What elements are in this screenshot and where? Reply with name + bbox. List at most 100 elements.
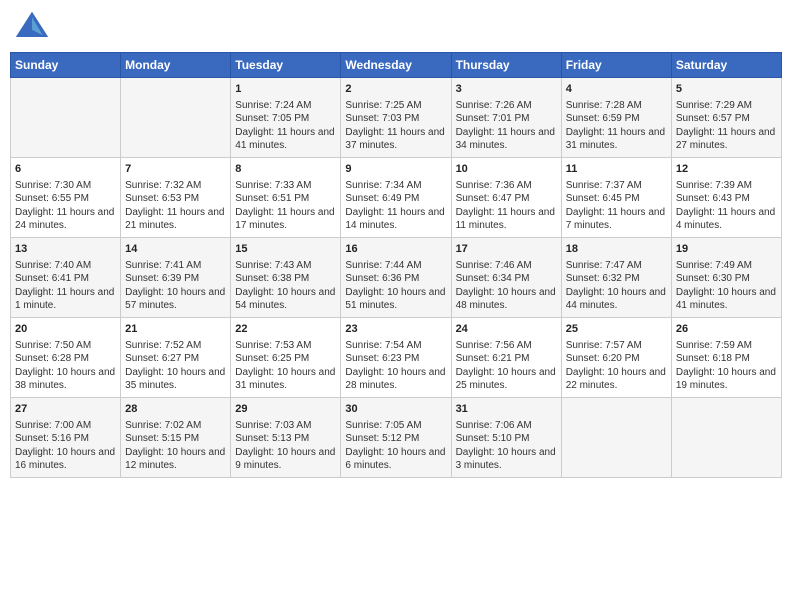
weekday-header-friday: Friday xyxy=(561,53,671,78)
day-content: Sunrise: 7:47 AM Sunset: 6:32 PM Dayligh… xyxy=(566,259,667,313)
day-number: 16 xyxy=(345,242,446,257)
day-content: Sunrise: 7:54 AM Sunset: 6:23 PM Dayligh… xyxy=(345,339,446,393)
calendar-cell: 19Sunrise: 7:49 AM Sunset: 6:30 PM Dayli… xyxy=(671,238,781,318)
weekday-header-monday: Monday xyxy=(121,53,231,78)
calendar-cell: 29 Sunrise: 7:03 AM Sunset: 5:13 PM Dayli… xyxy=(231,398,341,478)
day-number: 30 xyxy=(345,402,446,417)
calendar-cell: 17 Sunrise: 7:46 AM Sunset: 6:34 PM Dayli… xyxy=(451,238,561,318)
day-number: 12 xyxy=(676,162,777,177)
calendar-cell: 2 Sunrise: 7:25 AM Sunset: 7:03 PM Daylig… xyxy=(341,78,451,158)
weekday-header-saturday: Saturday xyxy=(671,53,781,78)
calendar-cell: 8Sunrise: 7:33 AM Sunset: 6:51 PM Daylig… xyxy=(231,158,341,238)
calendar-cell: 27 Sunrise: 7:00 AM Sunset: 5:16 PM Dayli… xyxy=(11,398,121,478)
calendar-cell: 6Sunrise: 7:30 AM Sunset: 6:55 PM Daylig… xyxy=(11,158,121,238)
calendar-cell xyxy=(121,78,231,158)
calendar-cell: 31 Sunrise: 7:06 AM Sunset: 5:10 PM Dayli… xyxy=(451,398,561,478)
day-number: 18 xyxy=(566,242,667,257)
day-content: Sunrise: 7:06 AM Sunset: 5:10 PM Dayligh… xyxy=(456,419,557,473)
day-number: 8 xyxy=(235,162,336,177)
weekday-header-sunday: Sunday xyxy=(11,53,121,78)
day-number: 20 xyxy=(15,322,116,337)
day-number: 4 xyxy=(566,82,667,97)
day-content: Sunrise: 7:34 AM Sunset: 6:49 PM Dayligh… xyxy=(345,179,446,233)
day-number: 7 xyxy=(125,162,226,177)
calendar-cell: 25 Sunrise: 7:57 AM Sunset: 6:20 PM Dayli… xyxy=(561,318,671,398)
logo-icon xyxy=(14,10,50,46)
day-content: Sunrise: 7:25 AM Sunset: 7:03 PM Dayligh… xyxy=(345,99,446,153)
day-number: 31 xyxy=(456,402,557,417)
day-number: 3 xyxy=(456,82,557,97)
calendar-cell: 4 Sunrise: 7:28 AM Sunset: 6:59 PM Daylig… xyxy=(561,78,671,158)
day-content: Sunrise: 7:46 AM Sunset: 6:34 PM Dayligh… xyxy=(456,259,557,313)
day-content: Sunrise: 7:41 AM Sunset: 6:39 PM Dayligh… xyxy=(125,259,226,313)
day-content: Sunrise: 7:39 AM Sunset: 6:43 PM Dayligh… xyxy=(676,179,777,233)
day-content: Sunrise: 7:32 AM Sunset: 6:53 PM Dayligh… xyxy=(125,179,226,233)
day-content: Sunrise: 7:44 AM Sunset: 6:36 PM Dayligh… xyxy=(345,259,446,313)
day-content: Sunrise: 7:29 AM Sunset: 6:57 PM Dayligh… xyxy=(676,99,777,153)
calendar-cell: 21 Sunrise: 7:52 AM Sunset: 6:27 PM Dayli… xyxy=(121,318,231,398)
day-content: Sunrise: 7:28 AM Sunset: 6:59 PM Dayligh… xyxy=(566,99,667,153)
calendar-cell: 9 Sunrise: 7:34 AM Sunset: 6:49 PM Daylig… xyxy=(341,158,451,238)
calendar-week-2: 6Sunrise: 7:30 AM Sunset: 6:55 PM Daylig… xyxy=(11,158,782,238)
day-content: Sunrise: 7:03 AM Sunset: 5:13 PM Dayligh… xyxy=(235,419,336,473)
day-content: Sunrise: 7:26 AM Sunset: 7:01 PM Dayligh… xyxy=(456,99,557,153)
day-number: 24 xyxy=(456,322,557,337)
calendar-cell: 30 Sunrise: 7:05 AM Sunset: 5:12 PM Dayli… xyxy=(341,398,451,478)
day-number: 5 xyxy=(676,82,777,97)
weekday-header-thursday: Thursday xyxy=(451,53,561,78)
weekday-header-wednesday: Wednesday xyxy=(341,53,451,78)
calendar-cell: 12 Sunrise: 7:39 AM Sunset: 6:43 PM Dayli… xyxy=(671,158,781,238)
page-header xyxy=(10,10,782,46)
calendar-cell: 18 Sunrise: 7:47 AM Sunset: 6:32 PM Dayli… xyxy=(561,238,671,318)
day-number: 25 xyxy=(566,322,667,337)
calendar-week-1: 1Sunrise: 7:24 AM Sunset: 7:05 PM Daylig… xyxy=(11,78,782,158)
day-number: 23 xyxy=(345,322,446,337)
day-content: Sunrise: 7:36 AM Sunset: 6:47 PM Dayligh… xyxy=(456,179,557,233)
calendar-cell: 14 Sunrise: 7:41 AM Sunset: 6:39 PM Dayli… xyxy=(121,238,231,318)
calendar-cell: 10 Sunrise: 7:36 AM Sunset: 6:47 PM Dayli… xyxy=(451,158,561,238)
calendar-table: SundayMondayTuesdayWednesdayThursdayFrid… xyxy=(10,52,782,478)
day-number: 29 xyxy=(235,402,336,417)
calendar-cell: 26 Sunrise: 7:59 AM Sunset: 6:18 PM Dayli… xyxy=(671,318,781,398)
calendar-cell: 7 Sunrise: 7:32 AM Sunset: 6:53 PM Daylig… xyxy=(121,158,231,238)
day-content: Sunrise: 7:24 AM Sunset: 7:05 PM Dayligh… xyxy=(235,99,336,153)
calendar-cell xyxy=(671,398,781,478)
day-content: Sunrise: 7:05 AM Sunset: 5:12 PM Dayligh… xyxy=(345,419,446,473)
calendar-cell: 3 Sunrise: 7:26 AM Sunset: 7:01 PM Daylig… xyxy=(451,78,561,158)
day-content: Sunrise: 7:59 AM Sunset: 6:18 PM Dayligh… xyxy=(676,339,777,393)
day-number: 14 xyxy=(125,242,226,257)
day-content: Sunrise: 7:50 AM Sunset: 6:28 PM Dayligh… xyxy=(15,339,116,393)
day-content: Sunrise: 7:52 AM Sunset: 6:27 PM Dayligh… xyxy=(125,339,226,393)
calendar-week-3: 13Sunrise: 7:40 AM Sunset: 6:41 PM Dayli… xyxy=(11,238,782,318)
day-content: Sunrise: 7:00 AM Sunset: 5:16 PM Dayligh… xyxy=(15,419,116,473)
day-number: 27 xyxy=(15,402,116,417)
calendar-cell: 11Sunrise: 7:37 AM Sunset: 6:45 PM Dayli… xyxy=(561,158,671,238)
day-number: 26 xyxy=(676,322,777,337)
day-number: 21 xyxy=(125,322,226,337)
day-content: Sunrise: 7:37 AM Sunset: 6:45 PM Dayligh… xyxy=(566,179,667,233)
calendar-cell: 24 Sunrise: 7:56 AM Sunset: 6:21 PM Dayli… xyxy=(451,318,561,398)
day-content: Sunrise: 7:56 AM Sunset: 6:21 PM Dayligh… xyxy=(456,339,557,393)
day-content: Sunrise: 7:43 AM Sunset: 6:38 PM Dayligh… xyxy=(235,259,336,313)
day-number: 10 xyxy=(456,162,557,177)
calendar-cell: 5 Sunrise: 7:29 AM Sunset: 6:57 PM Daylig… xyxy=(671,78,781,158)
logo xyxy=(14,10,54,46)
calendar-cell xyxy=(561,398,671,478)
calendar-cell: 22 Sunrise: 7:53 AM Sunset: 6:25 PM Dayli… xyxy=(231,318,341,398)
calendar-cell: 15 Sunrise: 7:43 AM Sunset: 6:38 PM Dayli… xyxy=(231,238,341,318)
day-number: 9 xyxy=(345,162,446,177)
calendar-body: 1Sunrise: 7:24 AM Sunset: 7:05 PM Daylig… xyxy=(11,78,782,478)
calendar-cell: 16 Sunrise: 7:44 AM Sunset: 6:36 PM Dayli… xyxy=(341,238,451,318)
day-content: Sunrise: 7:57 AM Sunset: 6:20 PM Dayligh… xyxy=(566,339,667,393)
calendar-cell xyxy=(11,78,121,158)
day-number: 17 xyxy=(456,242,557,257)
day-number: 28 xyxy=(125,402,226,417)
day-content: Sunrise: 7:02 AM Sunset: 5:15 PM Dayligh… xyxy=(125,419,226,473)
day-number: 2 xyxy=(345,82,446,97)
calendar-cell: 28 Sunrise: 7:02 AM Sunset: 5:15 PM Dayli… xyxy=(121,398,231,478)
calendar-cell: 20 Sunrise: 7:50 AM Sunset: 6:28 PM Dayli… xyxy=(11,318,121,398)
day-number: 15 xyxy=(235,242,336,257)
day-number: 6 xyxy=(15,162,116,177)
day-number: 22 xyxy=(235,322,336,337)
day-content: Sunrise: 7:53 AM Sunset: 6:25 PM Dayligh… xyxy=(235,339,336,393)
